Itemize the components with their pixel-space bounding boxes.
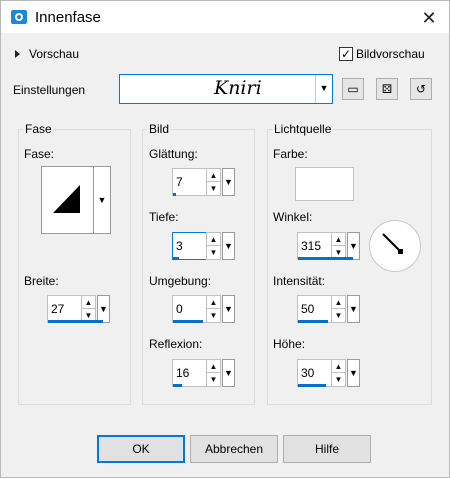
title-bar: Innenfase ✕	[1, 1, 449, 33]
presets-combobox[interactable]: Kniri ▼	[119, 74, 333, 104]
tiefe-spinner[interactable]: 3 ▲ ▼ ▼	[172, 232, 236, 262]
reflexion-input[interactable]: 16	[172, 359, 206, 387]
tiefe-level-bar	[173, 257, 179, 260]
camera-icon	[11, 10, 27, 24]
umgebung-up-arrow[interactable]: ▲	[207, 296, 220, 309]
breite-level-bar	[48, 320, 103, 323]
intensitaet-down-arrow[interactable]: ▼	[332, 309, 345, 322]
breite-input[interactable]: 27	[47, 295, 81, 323]
breite-dropdown-arrow[interactable]: ▼	[97, 295, 110, 323]
intensitaet-spinner[interactable]: 50 ▲ ▼ ▼	[297, 295, 361, 325]
glaettung-dropdown-arrow[interactable]: ▼	[222, 168, 235, 196]
glaettung-spinner[interactable]: 7 ▲ ▼ ▼	[172, 168, 236, 198]
breite-spinner[interactable]: 27 ▲ ▼ ▼	[47, 295, 111, 325]
glaettung-up-arrow[interactable]: ▲	[207, 169, 220, 182]
close-button[interactable]: ✕	[411, 5, 447, 31]
winkel-label: Winkel:	[273, 210, 313, 224]
winkel-dropdown-arrow[interactable]: ▼	[347, 232, 360, 260]
winkel-input[interactable]: 315	[297, 232, 331, 260]
winkel-spinner[interactable]: 315 ▲ ▼ ▼	[297, 232, 361, 262]
hoehe-input[interactable]: 30	[297, 359, 331, 387]
umgebung-label: Umgebung:	[149, 274, 212, 288]
random-button[interactable]: ⚄	[376, 78, 398, 100]
intensitaet-level-bar	[298, 320, 328, 323]
floppy-disk-icon: ▭	[347, 82, 359, 96]
save-preset-button[interactable]: ▭	[342, 78, 364, 100]
reflexion-level-bar	[173, 384, 182, 387]
bild-group-title: Bild	[147, 122, 172, 136]
hoehe-down-arrow[interactable]: ▼	[332, 373, 345, 386]
image-preview-checkbox[interactable]: ✓	[339, 47, 353, 61]
glaettung-label: Glättung:	[149, 147, 198, 161]
image-preview-label: Bildvorschau	[356, 47, 425, 61]
reflexion-dropdown-arrow[interactable]: ▼	[222, 359, 235, 387]
fase-shape-label: Fase:	[24, 147, 55, 161]
hoehe-label: Höhe:	[273, 337, 306, 351]
glaettung-down-arrow[interactable]: ▼	[207, 182, 220, 195]
lichtquelle-group-title: Lichtquelle	[272, 122, 334, 136]
glaettung-input[interactable]: 7	[172, 168, 206, 196]
preset-value: Kniri	[214, 77, 262, 99]
glaettung-level-bar	[173, 193, 176, 196]
winkel-up-arrow[interactable]: ▲	[332, 233, 345, 246]
expand-preview-icon[interactable]	[15, 50, 20, 58]
settings-label: Einstellungen	[13, 83, 86, 97]
farbe-label: Farbe:	[273, 147, 308, 161]
ok-button[interactable]: OK	[97, 435, 185, 463]
hoehe-level-bar	[298, 384, 326, 387]
window-title: Innenfase	[35, 9, 101, 26]
bevel-shape-dropdown[interactable]: ▼	[94, 166, 111, 234]
reset-icon: ↺	[415, 82, 427, 96]
breite-label: Breite:	[24, 274, 59, 288]
angle-indicator-icon	[382, 233, 403, 254]
tiefe-label: Tiefe:	[149, 210, 179, 224]
reflexion-spinner[interactable]: 16 ▲ ▼ ▼	[172, 359, 236, 389]
fase-group-title: Fase	[23, 122, 54, 136]
dialog-window: Innenfase ✕ Vorschau ✓ Bildvorschau Eins…	[0, 0, 450, 478]
bevel-shape-preview[interactable]	[41, 166, 94, 234]
bevel-triangle-icon	[53, 185, 80, 213]
intensitaet-dropdown-arrow[interactable]: ▼	[347, 295, 360, 323]
preview-toggle-label[interactable]: Vorschau	[29, 47, 79, 61]
tiefe-input[interactable]: 3	[172, 232, 206, 260]
umgebung-level-bar	[173, 320, 203, 323]
winkel-level-bar	[298, 257, 353, 260]
angle-dial[interactable]	[369, 220, 421, 272]
intensitaet-input[interactable]: 50	[297, 295, 331, 323]
reflexion-label: Reflexion:	[149, 337, 203, 351]
umgebung-down-arrow[interactable]: ▼	[207, 309, 220, 322]
tiefe-up-arrow[interactable]: ▲	[207, 233, 220, 246]
reflexion-up-arrow[interactable]: ▲	[207, 360, 220, 373]
hoehe-up-arrow[interactable]: ▲	[332, 360, 345, 373]
cancel-button[interactable]: Abbrechen	[190, 435, 278, 463]
dice-icon: ⚄	[381, 82, 393, 96]
umgebung-dropdown-arrow[interactable]: ▼	[222, 295, 235, 323]
light-color-swatch[interactable]	[295, 167, 354, 201]
umgebung-input[interactable]: 0	[172, 295, 206, 323]
umgebung-spinner[interactable]: 0 ▲ ▼ ▼	[172, 295, 236, 325]
breite-up-arrow[interactable]: ▲	[82, 296, 95, 309]
reset-button[interactable]: ↺	[410, 78, 432, 100]
reflexion-down-arrow[interactable]: ▼	[207, 373, 220, 386]
intensitaet-label: Intensität:	[273, 274, 326, 288]
tiefe-dropdown-arrow[interactable]: ▼	[222, 232, 235, 260]
hoehe-dropdown-arrow[interactable]: ▼	[347, 359, 360, 387]
intensitaet-up-arrow[interactable]: ▲	[332, 296, 345, 309]
chevron-down-icon[interactable]: ▼	[315, 75, 332, 103]
help-button[interactable]: Hilfe	[283, 435, 371, 463]
hoehe-spinner[interactable]: 30 ▲ ▼ ▼	[297, 359, 361, 389]
tiefe-down-arrow[interactable]: ▼	[207, 246, 220, 259]
